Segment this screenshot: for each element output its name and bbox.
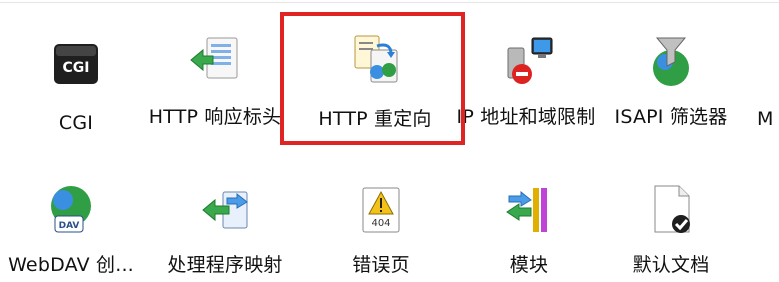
feature-label: HTTP 响应标头 [148,106,282,128]
feature-label: 模块 [509,254,549,276]
default-document-icon [643,182,699,238]
feature-label: 处理程序映射 [167,254,283,276]
feature-isapi-filters[interactable]: ISAPI 筛选器 [596,30,746,140]
handler-mappings-icon [197,182,253,238]
ip-domain-restrictions-icon [498,34,554,90]
redirect-highlight-box [280,12,465,145]
feature-label: IP 地址和域限制 [456,106,596,128]
feature-http-response-headers[interactable]: HTTP 响应标头 [140,30,290,180]
svg-text:404: 404 [371,218,390,229]
feature-modules[interactable]: 模块 [454,182,604,282]
error-pages-icon: 404 [353,182,409,238]
feature-error-pages[interactable]: 404 错误页 [306,182,456,282]
feature-default-document[interactable]: 默认文档 [596,182,746,282]
cgi-icon: CGI [48,36,104,92]
top-divider [0,2,779,3]
feature-label: 错误页 [352,254,410,276]
svg-text:DAV: DAV [59,221,80,231]
svg-text:CGI: CGI [63,60,90,76]
feature-handler-mappings[interactable]: 处理程序映射 [150,182,300,282]
feature-webdav[interactable]: DAV WebDAV 创... [0,182,146,282]
modules-icon [501,182,557,238]
feature-label: 默认文档 [632,254,710,276]
feature-label-clipped: M [757,108,774,130]
feature-cgi[interactable]: CGI CGI [1,36,151,146]
feature-label: CGI [58,112,94,134]
webdav-icon: DAV [43,182,99,238]
feature-label: ISAPI 筛选器 [614,106,728,128]
http-response-headers-icon [187,34,243,90]
isapi-filters-icon [643,34,699,90]
feature-ip-domain-restrictions[interactable]: IP 地址和域限制 [451,30,601,180]
feature-label: WebDAV 创... [8,254,134,276]
